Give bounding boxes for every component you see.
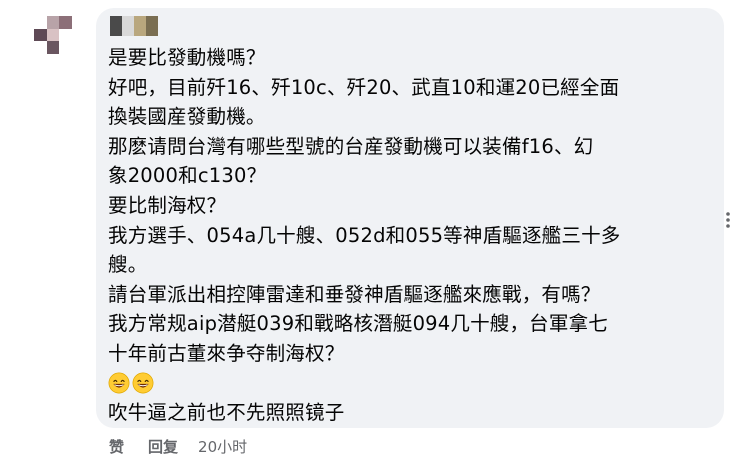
comment-text: 是要比發動機嗎？ 好吧，目前歼16、歼10c、歼20、武直10和運20已經全面 … [108,43,708,428]
like-button[interactable]: 赞 [109,436,124,457]
comment-line: 好吧，目前歼16、歼10c、歼20、武直10和運20已經全面 [108,75,620,99]
comment-line: 換裝國産發動機。 [108,105,266,129]
comment-line: 我方常规aip潜艇039和戰略核潛艇094几十艘，台軍拿七 [108,312,608,336]
timestamp[interactable]: 20小时 [198,436,247,457]
grinning-face-icon [108,372,130,394]
comment-line: 吹牛逼之前也不先照照镜子 [108,401,345,425]
avatar[interactable] [34,16,72,54]
reply-button[interactable]: 回复 [148,436,178,457]
author-name-pixelated[interactable] [110,16,158,36]
grinning-face-icon [132,372,154,394]
comment-line: 要比制海权？ [108,193,227,217]
emoji-line [108,369,708,399]
comment-line: 象2000和c130？ [108,164,267,188]
comment-bubble: 是要比發動機嗎？ 好吧，目前歼16、歼10c、歼20、武直10和運20已經全面 … [96,8,724,428]
comment-line: 我方選手、054a几十艘、052d和055等神盾驅逐艦三十多 [108,223,621,247]
comment-line: 十年前古董來争夺制海权？ [108,341,345,365]
more-options-button[interactable] [716,208,740,232]
more-options-icon [726,212,730,228]
comment-line: 請台軍派出相控陣雷達和垂發神盾驅逐艦來應戰，有嗎？ [108,282,601,306]
comment-actions: 赞 回复 20小时 [109,436,247,457]
comment-line: 那麽请問台灣有哪些型號的台産發動機可以装備f16、幻 [108,134,594,158]
comment-line: 是要比發動機嗎？ [108,46,266,69]
comment-thread: 是要比發動機嗎？ 好吧，目前歼16、歼10c、歼20、武直10和運20已經全面 … [0,0,746,464]
comment-line: 艘。 [108,253,148,277]
